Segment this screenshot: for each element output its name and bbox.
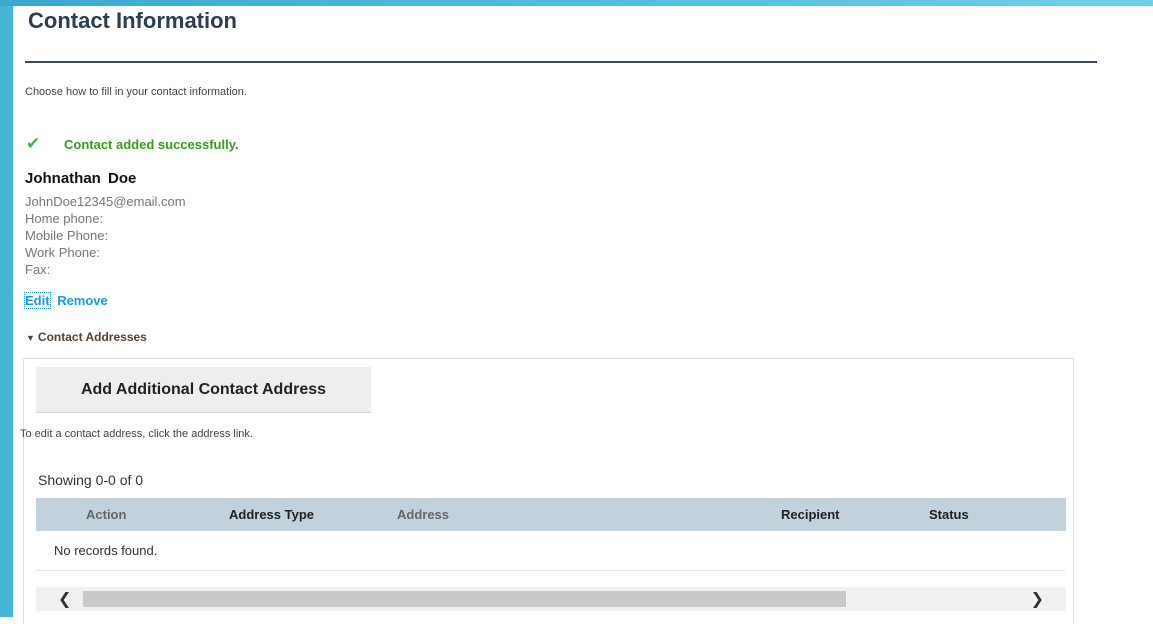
contact-information-page: Contact Information Choose how to fill i…	[13, 6, 1153, 624]
intro-text: Choose how to fill in your contact infor…	[25, 86, 247, 98]
column-header-address-type[interactable]: Address Type	[229, 507, 314, 522]
remove-contact-link[interactable]: Remove	[57, 293, 108, 308]
chevron-right-icon[interactable]: ❯	[1031, 589, 1044, 609]
horizontal-scrollbar[interactable]: ❮ ❯	[36, 587, 1066, 611]
column-header-recipient[interactable]: Recipient	[781, 507, 840, 522]
results-count: Showing 0-0 of 0	[38, 472, 144, 488]
table-header: Action Address Type Address Recipient St…	[36, 498, 1066, 531]
contact-details: JohnDoe12345@email.com Home phone: Mobil…	[25, 193, 186, 278]
title-divider	[25, 61, 1097, 63]
success-message: Contact added successfully.	[64, 136, 239, 152]
column-header-address[interactable]: Address	[397, 507, 449, 522]
triangle-down-icon: ▼	[26, 333, 35, 343]
contact-name: Johnathan Doe	[25, 170, 137, 187]
checkmark-icon: ✔	[26, 134, 41, 153]
contact-actions: Edit Remove	[24, 292, 108, 309]
column-header-status[interactable]: Status	[929, 507, 969, 522]
work-phone-label: Work Phone:	[25, 245, 100, 260]
home-phone-label: Home phone:	[25, 211, 104, 226]
fax-label: Fax:	[25, 262, 51, 277]
address-edit-hint: To edit a contact address, click the add…	[20, 428, 253, 440]
edit-contact-link[interactable]: Edit	[24, 292, 51, 309]
mobile-phone-label: Mobile Phone:	[25, 228, 109, 243]
scrollbar-thumb[interactable]	[83, 591, 846, 607]
no-records-message: No records found.	[54, 543, 158, 558]
contact-addresses-label: Contact Addresses	[37, 330, 147, 344]
success-notice: ✔ Contact added successfully.	[26, 134, 239, 154]
page-title: Contact Information	[28, 8, 237, 33]
contact-email: JohnDoe12345@email.com	[25, 194, 186, 209]
table-row: No records found.	[36, 531, 1066, 571]
contact-addresses-toggle[interactable]: ▼ Contact Addresses	[26, 330, 147, 344]
add-contact-address-button[interactable]: Add Additional Contact Address	[36, 367, 371, 413]
left-frame-border	[0, 0, 13, 617]
column-header-action[interactable]: Action	[86, 507, 126, 522]
chevron-left-icon[interactable]: ❮	[58, 589, 71, 609]
addresses-table: Action Address Type Address Recipient St…	[36, 498, 1066, 571]
contact-addresses-panel: Add Additional Contact Address To edit a…	[20, 358, 1074, 624]
